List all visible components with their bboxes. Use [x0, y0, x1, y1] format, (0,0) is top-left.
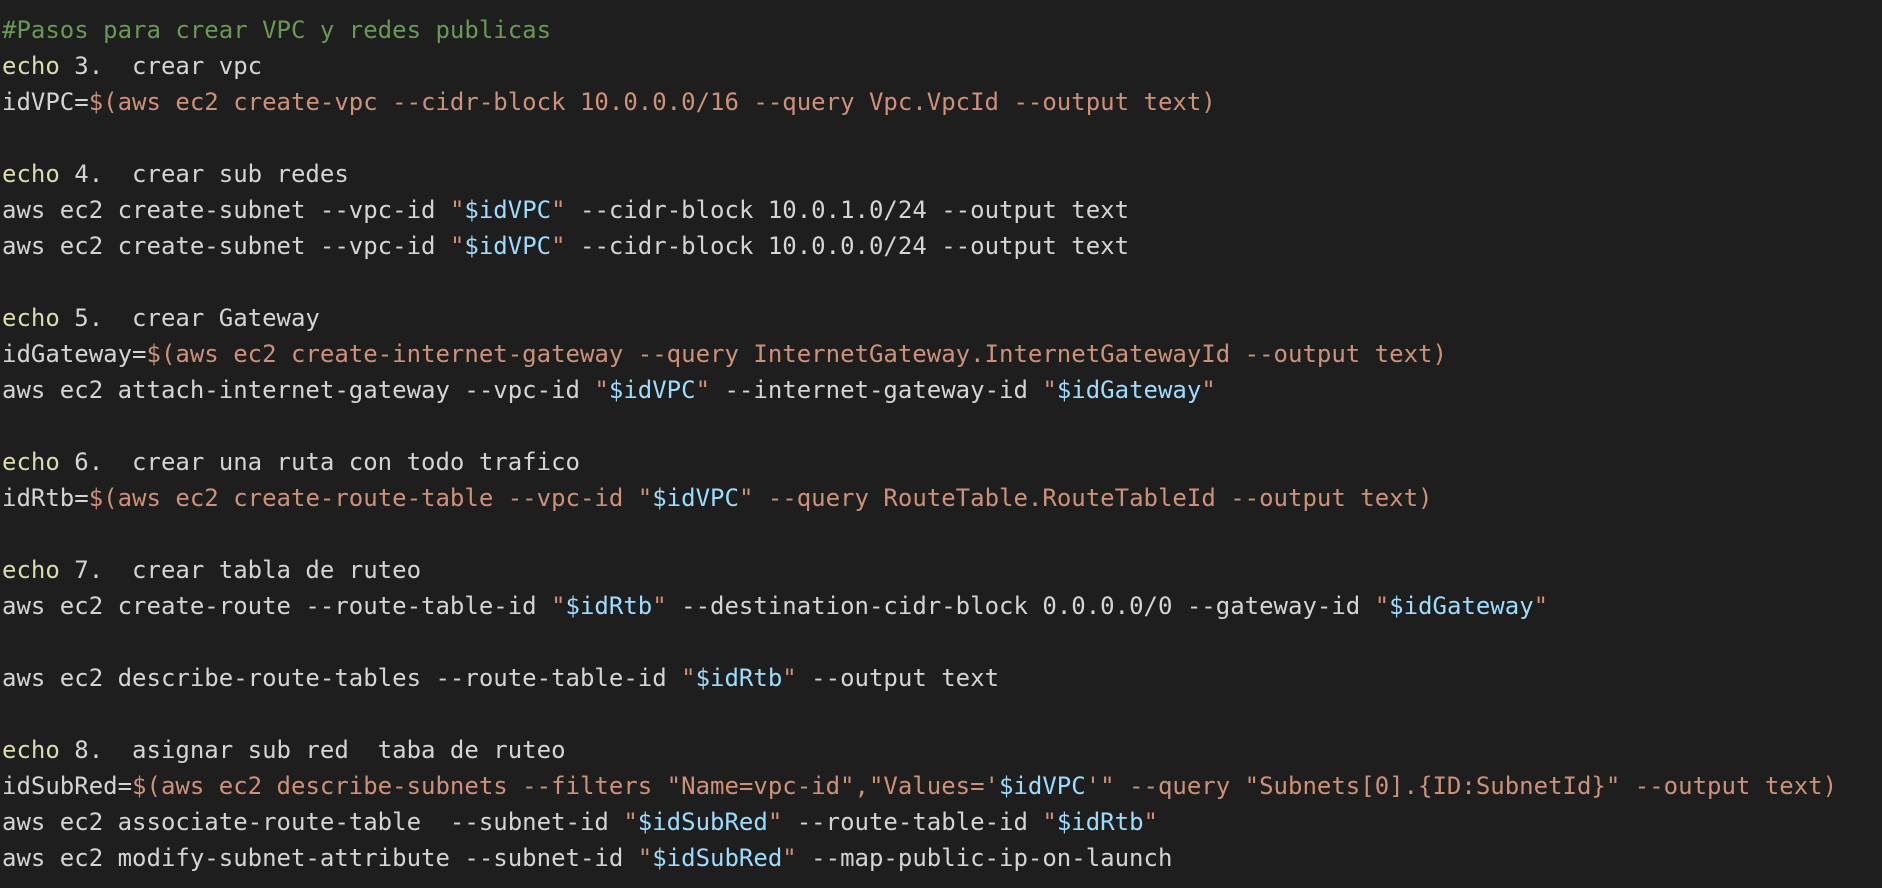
code-string: " — [449, 196, 465, 224]
code-text: idGateway= — [2, 340, 147, 368]
code-line: idVPC=$(aws ec2 create-vpc --cidr-block … — [2, 84, 1880, 120]
code-keyword: echo — [2, 556, 60, 584]
code-text: 6. crear una ruta con todo trafico — [59, 448, 580, 476]
code-string: " — [782, 664, 797, 692]
code-string: " — [551, 196, 566, 224]
code-text: aws ec2 create-subnet --vpc-id — [2, 196, 450, 224]
code-comment: #Pasos para crear VPC y redes publicas — [2, 16, 552, 44]
code-line: idRtb=$(aws ec2 create-route-table --vpc… — [2, 480, 1880, 516]
code-string: " — [594, 376, 609, 404]
code-line: idSubRed=$(aws ec2 describe-subnets --fi… — [2, 768, 1880, 804]
code-keyword: echo — [2, 160, 60, 188]
code-string: " — [1533, 592, 1549, 620]
code-text: 5. crear Gateway — [59, 304, 320, 332]
code-string: $(aws ec2 create-internet-gateway --quer… — [146, 340, 1447, 368]
code-text: 7. crear tabla de ruteo — [59, 556, 422, 584]
code-string: " — [1042, 808, 1057, 836]
code-line: echo 4. crear sub redes — [2, 156, 1880, 192]
code-keyword: echo — [2, 448, 60, 476]
code-text: --map-public-ip-on-launch — [796, 844, 1173, 872]
code-variable: $idRtb — [565, 592, 653, 620]
code-text: --cidr-block 10.0.0.0/24 --output text — [565, 232, 1130, 260]
code-string: " — [623, 808, 638, 836]
code-text: 3. crear vpc — [59, 52, 263, 80]
code-variable: $idRtb — [695, 664, 783, 692]
code-string: " — [695, 376, 711, 404]
code-text: aws ec2 attach-internet-gateway --vpc-id — [2, 376, 595, 404]
code-line: aws ec2 create-subnet --vpc-id "$idVPC" … — [2, 192, 1880, 228]
code-string: " — [767, 808, 783, 836]
code-line: echo 8. asignar sub red taba de ruteo — [2, 732, 1880, 768]
code-line: echo 5. crear Gateway — [2, 300, 1880, 336]
code-string: " — [681, 664, 696, 692]
code-variable: $idVPC — [608, 376, 696, 404]
code-string: " — [551, 592, 566, 620]
code-string: " — [1143, 808, 1158, 836]
code-text: 4. crear sub redes — [59, 160, 349, 188]
code-variable: $idGateway — [1389, 592, 1534, 620]
code-string: " --query RouteTable.RouteTableId --outp… — [738, 484, 1433, 512]
code-text: --cidr-block 10.0.1.0/24 --output text — [565, 196, 1130, 224]
code-string: $(aws ec2 create-vpc --cidr-block 10.0.0… — [88, 88, 1216, 116]
code-variable: $idSubRed — [652, 844, 783, 872]
code-variable: $idVPC — [999, 772, 1086, 800]
code-variable: $idVPC — [652, 484, 739, 512]
code-text: idSubRed= — [2, 772, 133, 800]
code-variable: $idGateway — [1056, 376, 1202, 404]
code-line: aws ec2 modify-subnet-attribute --subnet… — [2, 840, 1880, 876]
code-string: " — [782, 844, 797, 872]
code-text: 8. asignar sub red taba de ruteo — [59, 736, 566, 764]
code-text: --internet-gateway-id — [710, 376, 1043, 404]
code-editor[interactable]: #Pasos para crear VPC y redes publicas ec… — [2, 12, 1880, 876]
code-text: aws ec2 create-route --route-table-id — [2, 592, 552, 620]
code-string: " — [551, 232, 566, 260]
code-string: " — [449, 232, 465, 260]
code-line: echo 3. crear vpc — [2, 48, 1880, 84]
code-string: " — [1042, 376, 1057, 404]
code-keyword: echo — [2, 304, 60, 332]
code-line: aws ec2 associate-route-table --subnet-i… — [2, 804, 1880, 840]
code-string: " — [652, 592, 667, 620]
code-text: idRtb= — [2, 484, 89, 512]
code-string: $(aws ec2 create-route-table --vpc-id " — [88, 484, 653, 512]
code-variable: $idVPC — [464, 196, 552, 224]
code-keyword: echo — [2, 52, 60, 80]
code-text: aws ec2 describe-route-tables --route-ta… — [2, 664, 682, 692]
code-line: aws ec2 attach-internet-gateway --vpc-id… — [2, 372, 1880, 408]
code-line: idGateway=$(aws ec2 create-internet-gate… — [2, 336, 1880, 372]
code-string: " — [1201, 376, 1216, 404]
code-variable: $idVPC — [464, 232, 552, 260]
code-variable: $idRtb — [1056, 808, 1144, 836]
code-string: $(aws ec2 describe-subnets --filters "Na… — [132, 772, 999, 800]
code-string: '" --query "Subnets[0].{ID:SubnetId}" --… — [1085, 772, 1838, 800]
code-string: " — [1374, 592, 1390, 620]
code-line: #Pasos para crear VPC y redes publicas — [2, 12, 1880, 48]
code-text: --route-table-id — [782, 808, 1043, 836]
code-text: aws ec2 modify-subnet-attribute --subnet… — [2, 844, 638, 872]
code-variable: $idSubRed — [637, 808, 768, 836]
code-text: --destination-cidr-block 0.0.0.0/0 --gat… — [666, 592, 1375, 620]
code-string: " — [637, 844, 653, 872]
code-line: echo 6. crear una ruta con todo trafico — [2, 444, 1880, 480]
code-text: idVPC= — [2, 88, 89, 116]
code-text: aws ec2 associate-route-table --subnet-i… — [2, 808, 624, 836]
code-keyword: echo — [2, 736, 60, 764]
code-text: aws ec2 create-subnet --vpc-id — [2, 232, 450, 260]
code-line: echo 7. crear tabla de ruteo — [2, 552, 1880, 588]
code-text: --output text — [796, 664, 1000, 692]
code-line: aws ec2 describe-route-tables --route-ta… — [2, 660, 1880, 696]
code-line: aws ec2 create-subnet --vpc-id "$idVPC" … — [2, 228, 1880, 264]
code-line: aws ec2 create-route --route-table-id "$… — [2, 588, 1880, 624]
